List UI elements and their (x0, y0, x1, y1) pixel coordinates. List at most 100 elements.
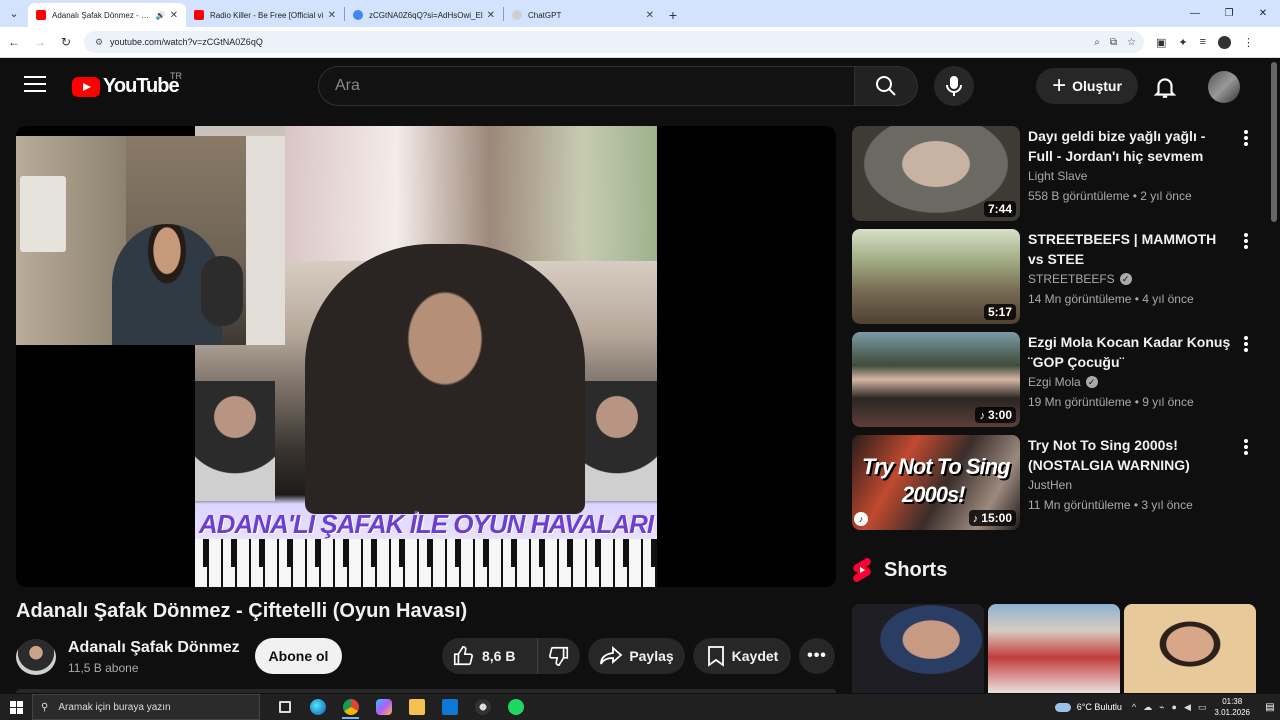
media-control-icon[interactable]: ≡ (1200, 36, 1206, 48)
recommendation-title[interactable]: Ezgi Mola Kocan Kadar Konuş ¨GOP Çocuğu¨ (1028, 332, 1234, 372)
short-thumbnail[interactable] (852, 604, 984, 693)
tab-search-button[interactable]: ⌄ (0, 0, 28, 27)
notification-center-icon[interactable]: ▤ (1260, 702, 1280, 713)
close-window-button[interactable]: ✕ (1246, 0, 1280, 27)
tab-close-icon[interactable]: ✕ (487, 10, 495, 21)
start-button[interactable] (0, 694, 32, 720)
shorts-shelf (852, 604, 1256, 693)
recommendation-title[interactable]: Dayı geldi bize yağlı yağlı - Full - Jor… (1028, 126, 1234, 166)
recommendation-item[interactable]: ♪ 3:00 Ezgi Mola Kocan Kadar Konuş ¨GOP Ç… (852, 332, 1262, 435)
recommendation-item[interactable]: 7:44 Dayı geldi bize yağlı yağlı - Full … (852, 126, 1262, 229)
voice-search-button[interactable] (934, 66, 974, 106)
plus-icon: + (1052, 72, 1067, 99)
youtube-logo[interactable]: YouTube (72, 75, 180, 98)
channel-avatar[interactable] (16, 639, 56, 675)
tab-radio-killer[interactable]: Radio Killer - Be Free [Official vi ✕ (186, 3, 344, 27)
bookmark-star-icon[interactable]: ☆ (1127, 37, 1136, 48)
video-thumbnail[interactable]: 5:17 (852, 229, 1020, 324)
chevron-up-icon[interactable]: ^ (1132, 702, 1136, 713)
subscriber-count: 11,5 B abone (68, 661, 139, 675)
tab-embed[interactable]: zCGtNA0Z6qQ?si=AdHsOwi_El ✕ (345, 3, 503, 27)
network-icon[interactable]: ⌁ (1159, 702, 1164, 713)
weather-widget[interactable]: 6°C Bulutlu (1054, 702, 1122, 712)
account-avatar[interactable] (1208, 71, 1240, 103)
video-thumbnail[interactable]: 7:44 (852, 126, 1020, 221)
kebab-menu-icon[interactable] (1242, 233, 1250, 253)
recommendation-channel[interactable]: Ezgi Mola ✓ (1028, 375, 1098, 389)
system-clock[interactable]: 01:38 3.01.2026 (1214, 696, 1250, 718)
reload-button[interactable]: ↻ (54, 30, 78, 54)
tab-close-icon[interactable]: ✕ (328, 10, 336, 21)
more-actions-button[interactable]: ••• (799, 638, 835, 674)
profile-avatar[interactable] (1218, 35, 1232, 49)
chrome-icon[interactable] (334, 694, 367, 720)
kebab-menu-icon[interactable] (1242, 336, 1250, 356)
dislike-button[interactable] (538, 638, 580, 674)
taskbar-search-input[interactable]: ⚲ Aramak için buraya yazın (32, 694, 260, 720)
description-box[interactable] (16, 689, 836, 693)
bookmark-icon (707, 646, 724, 667)
address-bar[interactable]: ⚙ youtube.com/watch?v=zCGtNA0Z6qQ ⌕ ⧉ ☆ (84, 31, 1144, 53)
minimize-button[interactable]: — (1178, 0, 1212, 27)
search-input[interactable]: Ara (318, 66, 854, 106)
copilot-icon[interactable] (367, 694, 400, 720)
recommendation-channel[interactable]: Light Slave (1028, 169, 1087, 183)
search-button[interactable] (854, 66, 918, 106)
recommendation-channel[interactable]: STREETBEEFS ✓ (1028, 272, 1132, 286)
browser-menu-icon[interactable]: ⋮ (1243, 36, 1254, 49)
screen-recorder-icon[interactable] (466, 694, 499, 720)
dancers-photo (285, 126, 657, 261)
site-info-icon[interactable]: ⚙ (92, 35, 106, 49)
puzzle-icon[interactable]: ✦ (1178, 36, 1187, 49)
new-tab-button[interactable]: + (662, 3, 684, 27)
subscribe-button[interactable]: Abone ol (255, 638, 342, 674)
channel-name[interactable]: Adanalı Şafak Dönmez (68, 639, 240, 657)
recommendation-title[interactable]: STREETBEEFS | MAMMOTH vs STEE (1028, 229, 1234, 269)
kebab-menu-icon[interactable] (1242, 130, 1250, 150)
recommendation-item[interactable]: Try Not To Sing 2000s! ♪ ♪ 15:00 Try Not T… (852, 435, 1262, 538)
recommendation-title[interactable]: Try Not To Sing 2000s! (NOSTALGIA WARNIN… (1028, 435, 1234, 475)
system-tray: 6°C Bulutlu ^ ☁ ⌁ ● ◀ ▭ 01:38 3.01.2026 ▤ (1054, 694, 1280, 720)
recommendation-channel[interactable]: JustHen (1028, 478, 1072, 492)
volume-icon[interactable]: ◀ (1184, 702, 1191, 713)
onedrive-icon[interactable]: ☁ (1143, 702, 1152, 713)
install-icon[interactable]: ⧉ (1110, 37, 1117, 48)
tab-close-icon[interactable]: ✕ (170, 10, 178, 21)
window-controls: — ❐ ✕ (1178, 0, 1280, 27)
hamburger-menu-icon[interactable] (24, 76, 46, 94)
forward-button[interactable]: → (28, 30, 52, 54)
outlook-icon[interactable] (433, 694, 466, 720)
zoom-icon[interactable]: ⌕ (1094, 37, 1100, 48)
duration-text: 3:00 (987, 408, 1012, 422)
recommendation-meta: 558 B görüntüleme • 2 yıl önce (1028, 189, 1192, 203)
share-button[interactable]: Paylaş (588, 638, 685, 674)
video-thumbnail[interactable]: Try Not To Sing 2000s! ♪ ♪ 15:00 (852, 435, 1020, 530)
video-player[interactable]: ADANA'LI ŞAFAK İLE OYUN HAVALARI (16, 126, 836, 587)
scrollbar-thumb[interactable] (1271, 62, 1277, 222)
tab-audio-icon[interactable]: 🔊 (156, 11, 166, 20)
page-scrollbar[interactable] (1268, 58, 1280, 694)
task-view-icon[interactable] (268, 694, 301, 720)
back-button[interactable]: ← (2, 30, 26, 54)
notifications-bell-icon[interactable] (1152, 74, 1178, 100)
tab-youtube-current[interactable]: Adanalı Şafak Dönmez - Çift 🔊 ✕ (28, 3, 186, 27)
tab-chatgpt[interactable]: ChatGPT ✕ (504, 3, 662, 27)
kebab-menu-icon[interactable] (1242, 439, 1250, 459)
tab-close-icon[interactable]: ✕ (646, 10, 654, 21)
restore-button[interactable]: ❐ (1212, 0, 1246, 27)
edge-icon[interactable] (301, 694, 334, 720)
battery-icon[interactable]: ▭ (1198, 702, 1207, 713)
short-thumbnail[interactable] (988, 604, 1120, 693)
recommendation-item[interactable]: 5:17 STREETBEEFS | MAMMOTH vs STEE STREE… (852, 229, 1262, 332)
short-thumbnail[interactable] (1124, 604, 1256, 693)
microphone-icon[interactable]: ● (1172, 702, 1177, 713)
file-explorer-icon[interactable] (400, 694, 433, 720)
thumbs-up-icon (453, 646, 473, 666)
like-button[interactable]: 8,6 B (442, 638, 538, 674)
create-button[interactable]: + Oluştur (1036, 68, 1138, 104)
save-button[interactable]: Kaydet (693, 638, 791, 674)
extension-icon[interactable]: ▣ (1156, 36, 1166, 49)
tab-title: ChatGPT (528, 10, 562, 20)
video-thumbnail[interactable]: ♪ 3:00 (852, 332, 1020, 427)
spotify-icon[interactable] (499, 694, 532, 720)
